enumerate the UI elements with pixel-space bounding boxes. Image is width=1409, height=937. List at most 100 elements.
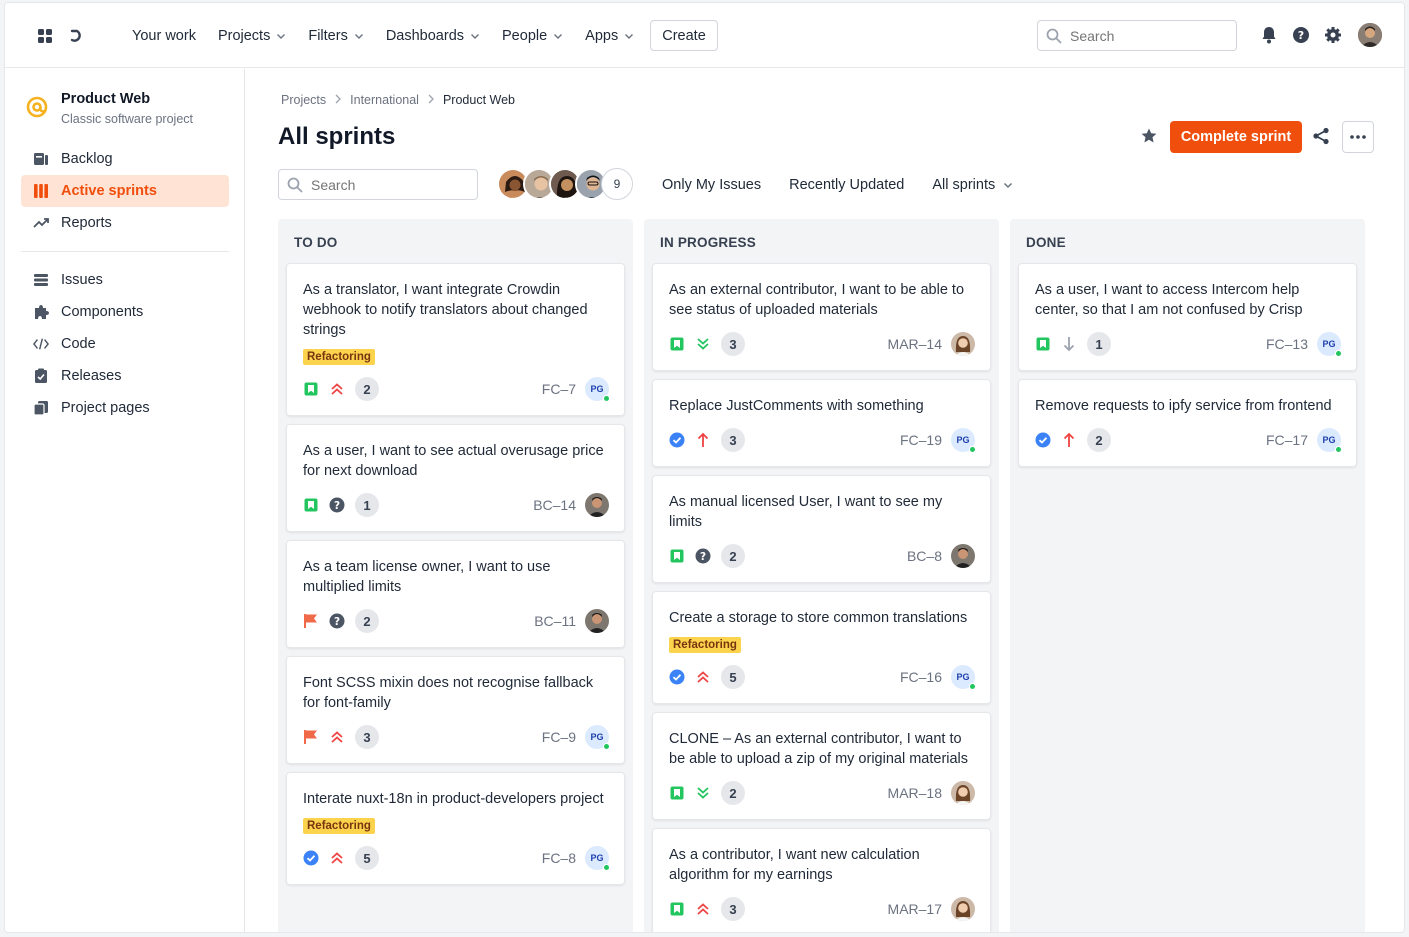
assignee-avatar[interactable] — [951, 897, 975, 921]
assignee-avatar[interactable]: PG — [1317, 428, 1342, 453]
issue-key[interactable]: FC–13 — [1266, 336, 1308, 352]
sidebar-item-reports[interactable]: Reports — [21, 207, 229, 239]
issue-card[interactable]: As a contributor, I want new calculation… — [652, 828, 991, 932]
issue-key[interactable]: FC–7 — [542, 381, 576, 397]
filter-recently-updated[interactable]: Recently Updated — [789, 177, 904, 193]
help-icon[interactable]: ? — [1292, 26, 1310, 44]
issue-key[interactable]: BC–11 — [534, 613, 576, 629]
story-points-badge: 2 — [355, 377, 379, 401]
global-search[interactable] — [1037, 20, 1237, 51]
star-icon[interactable] — [1140, 127, 1158, 145]
story-icon — [669, 785, 685, 801]
filter-only-my-issues[interactable]: Only My Issues — [662, 177, 761, 193]
column-title: TO DO — [294, 235, 338, 250]
assignee-avatar[interactable]: PG — [585, 846, 610, 871]
priority-highest-icon — [695, 901, 711, 917]
issue-key[interactable]: FC–19 — [900, 432, 942, 448]
nav-menu-filters[interactable]: Filters — [297, 3, 374, 68]
assignee-avatar[interactable] — [951, 781, 975, 805]
board-search[interactable] — [278, 169, 478, 200]
issue-card[interactable]: CLONE – As an external contributor, I wa… — [652, 712, 991, 820]
issue-card[interactable]: As a user, I want to see actual overusag… — [286, 424, 625, 532]
issue-card[interactable]: As a team license owner, I want to use m… — [286, 540, 625, 648]
issue-card[interactable]: As a translator, I want integrate Crowdi… — [286, 263, 625, 416]
nav-menu-label: Apps — [585, 27, 619, 44]
sidebar-item-code[interactable]: Code — [21, 328, 229, 360]
sidebar-item-label: Code — [61, 336, 96, 352]
story-points-badge: 2 — [721, 781, 745, 805]
sidebar-item-active-sprints[interactable]: Active sprints — [21, 175, 229, 207]
nav-menu-projects[interactable]: Projects — [207, 3, 297, 68]
share-icon[interactable] — [1312, 127, 1330, 145]
nav-menu-your-work[interactable]: Your work — [121, 3, 207, 68]
issue-card[interactable]: As a user, I want to access Intercom hel… — [1018, 263, 1357, 371]
board-search-input[interactable] — [311, 176, 461, 193]
issue-title: Create a storage to store common transla… — [669, 610, 968, 626]
issue-key[interactable]: FC–8 — [542, 850, 576, 866]
card-list: As a translator, I want integrate Crowdi… — [286, 263, 625, 893]
assignee-avatar[interactable] — [951, 332, 975, 356]
issue-card[interactable]: Font SCSS mixin does not recognise fallb… — [286, 656, 625, 764]
product-logo-icon[interactable] — [68, 27, 86, 45]
create-button[interactable]: Create — [650, 20, 718, 51]
assignee-avatar[interactable]: PG — [951, 665, 976, 690]
top-navigation: Your work Projects Filters Dashboards People… — [5, 3, 1404, 68]
more-options-button[interactable] — [1342, 121, 1374, 153]
sprint-select[interactable]: All sprints — [932, 177, 1013, 193]
breadcrumb-item[interactable]: Projects — [281, 93, 326, 107]
issue-key[interactable]: FC–16 — [900, 669, 942, 685]
issue-key[interactable]: BC–14 — [533, 497, 576, 513]
issue-card[interactable]: Replace JustComments with something 3 FC–1… — [652, 379, 991, 467]
complete-sprint-button[interactable]: Complete sprint — [1170, 121, 1302, 153]
sidebar-item-label: Releases — [61, 368, 122, 384]
more-members-count[interactable]: 9 — [601, 168, 633, 200]
nav-menu-dashboards[interactable]: Dashboards — [375, 3, 491, 68]
issue-key[interactable]: MAR–14 — [888, 336, 942, 352]
assignee-avatar[interactable] — [951, 544, 975, 568]
issue-card[interactable]: Interate nuxt-18n in product-developers … — [286, 772, 625, 885]
issue-card[interactable]: Create a storage to store common transla… — [652, 591, 991, 704]
priority-highest-icon — [695, 669, 711, 685]
sidebar-item-components[interactable]: Components — [21, 296, 229, 328]
assignee-avatar[interactable]: PG — [951, 428, 976, 453]
settings-gear-icon[interactable] — [1324, 26, 1342, 44]
column-title: DONE — [1026, 235, 1066, 250]
notifications-icon[interactable] — [1260, 26, 1278, 44]
epic-label: Refactoring — [303, 349, 375, 365]
story-points-badge: 1 — [355, 493, 379, 517]
issue-key[interactable]: FC–9 — [542, 729, 576, 745]
global-search-input[interactable] — [1070, 27, 1220, 44]
assignee-avatar[interactable] — [585, 609, 609, 633]
nav-menu-people[interactable]: People — [491, 3, 574, 68]
task-check-icon — [1035, 432, 1051, 448]
issue-card[interactable]: Remove requests to ipfy service from fro… — [1018, 379, 1357, 467]
issue-key[interactable]: MAR–17 — [888, 901, 942, 917]
assignee-avatar[interactable] — [585, 493, 609, 517]
story-icon — [669, 901, 685, 917]
issue-key[interactable]: FC–17 — [1266, 432, 1308, 448]
sidebar-item-backlog[interactable]: Backlog — [21, 143, 229, 175]
issue-card[interactable]: As an external contributor, I want to be… — [652, 263, 991, 371]
issue-key[interactable]: MAR–18 — [888, 785, 942, 801]
assignee-avatar[interactable]: PG — [1317, 332, 1342, 357]
project-name[interactable]: Product Web — [61, 91, 150, 107]
assignee-avatar[interactable]: PG — [585, 725, 610, 750]
issue-title: As a user, I want to access Intercom hel… — [1035, 282, 1303, 318]
story-points-badge: 2 — [1087, 428, 1111, 452]
task-check-icon — [303, 850, 319, 866]
issue-meta: 2 FC–7 PG — [303, 377, 610, 402]
app-switcher-icon[interactable] — [37, 28, 53, 44]
issue-card[interactable]: As manual licensed User, I want to see m… — [652, 475, 991, 583]
sidebar-item-issues[interactable]: Issues — [21, 264, 229, 296]
search-icon — [1046, 28, 1062, 43]
user-avatar[interactable] — [1358, 23, 1382, 47]
sidebar-item-releases[interactable]: Releases — [21, 360, 229, 392]
sidebar-item-project-pages[interactable]: Project pages — [21, 392, 229, 424]
breadcrumb-item[interactable]: International — [350, 93, 419, 107]
assignee-avatar[interactable]: PG — [585, 377, 610, 402]
breadcrumb-item[interactable]: Product Web — [443, 93, 515, 107]
issue-key[interactable]: BC–8 — [907, 548, 942, 564]
column-in-progress: IN PROGRESS As an external contributor, … — [644, 219, 999, 932]
issue-meta: 2 MAR–18 — [669, 781, 975, 805]
nav-menu-apps[interactable]: Apps — [574, 3, 645, 68]
